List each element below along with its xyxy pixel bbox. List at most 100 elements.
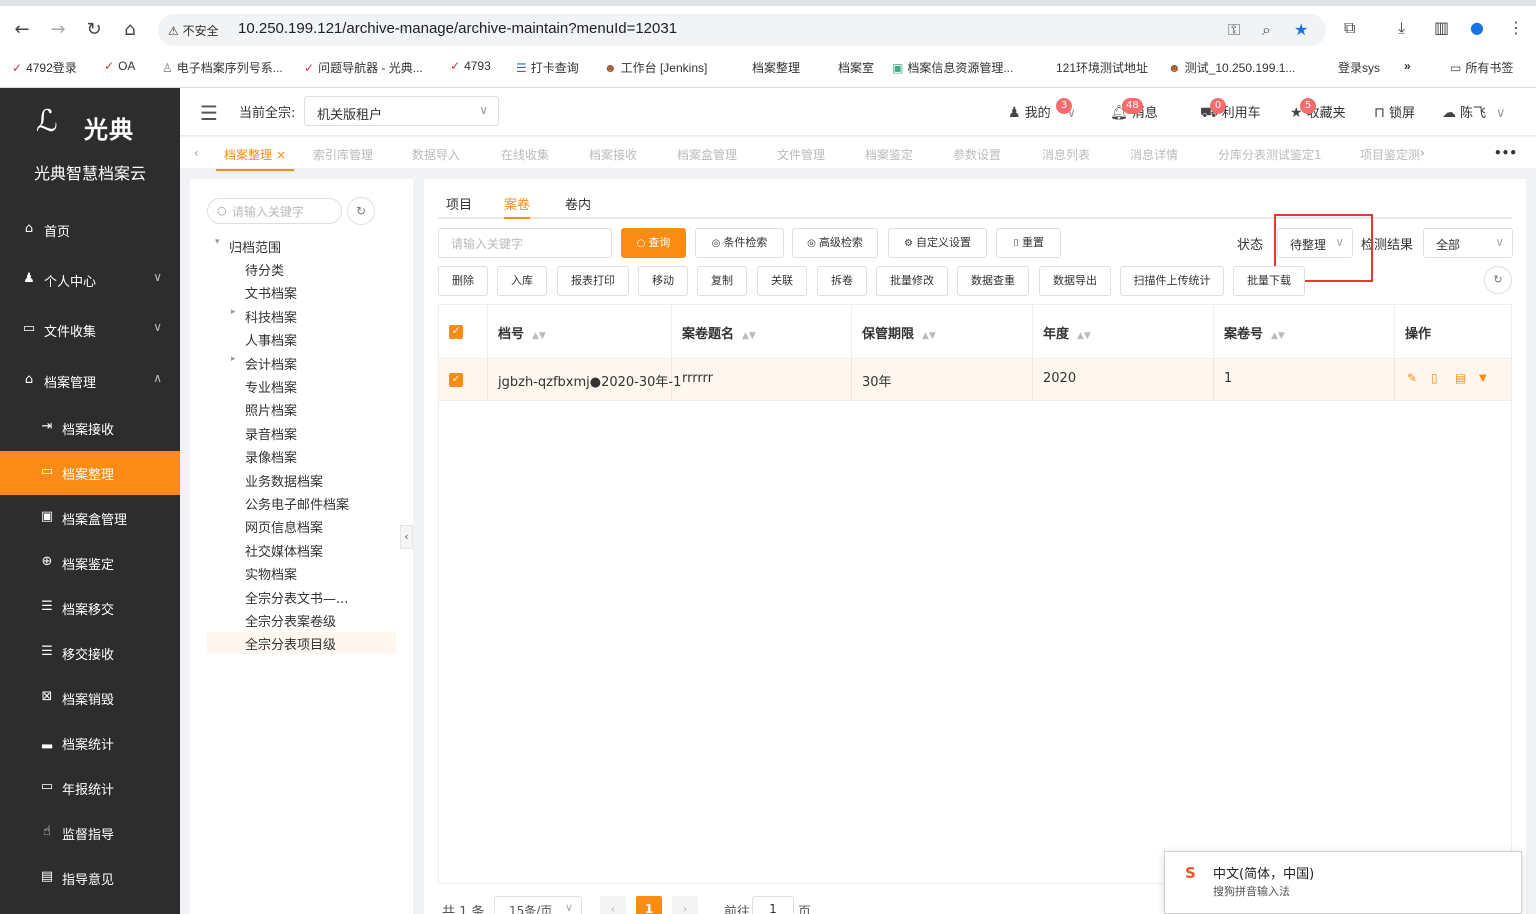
profile-icon[interactable]: ● — [1470, 18, 1484, 37]
caret-right-icon[interactable]: ▸ — [231, 307, 236, 317]
tree-node[interactable]: 业务数据档案 — [245, 471, 323, 490]
all-bookmarks[interactable]: ▭ 所有书签 — [1450, 59, 1513, 76]
tree-node[interactable]: 待分类 — [245, 260, 284, 279]
sort-icon[interactable]: ▲▼ — [1077, 331, 1091, 341]
home-browser-icon[interactable]: ⌂ — [118, 18, 142, 42]
bookmark-item[interactable]: 档案室 — [838, 59, 874, 76]
toolbar-button[interactable]: 拆卷 — [817, 266, 867, 296]
sidebar-item-10[interactable]: ⊠ 档案销毁 — [0, 676, 180, 720]
sidebar-item-8[interactable]: ☰ 档案移交 — [0, 586, 180, 630]
table-row[interactable]: ✓ jgbzh-qzfbxmj●2020-30年-1 rrrrrr 30年 20… — [439, 359, 1511, 401]
header-select-all[interactable]: ✓ — [439, 305, 488, 359]
sidebar-item-9[interactable]: ☰ 移交接收 — [0, 631, 180, 675]
document-icon[interactable]: ▤ — [1455, 371, 1466, 385]
tabs-scroll-right-icon[interactable]: › — [1420, 146, 1425, 160]
messages-menu[interactable]: 🔔︎ 消息 48 — [1110, 98, 1158, 121]
sort-icon[interactable]: ▲▼ — [922, 331, 936, 341]
bookmark-item[interactable]: ✓ OA — [104, 59, 135, 73]
bookmark-item[interactable]: ☻ 测试_10.250.199.1... — [1168, 59, 1295, 76]
bookmark-item[interactable]: ☰ 打卡查询 — [516, 59, 579, 76]
close-icon[interactable]: × — [276, 148, 286, 162]
reload-icon[interactable]: ↻ — [82, 18, 106, 42]
caret-down-icon[interactable]: ▼ — [1479, 373, 1487, 384]
lock-screen[interactable]: ⊓ 锁屏 — [1374, 102, 1415, 121]
bookmark-item[interactable]: ☻ 工作台 [Jenkins] — [604, 59, 707, 76]
sort-icon[interactable]: ▲▼ — [742, 331, 756, 341]
page-tab[interactable]: 分库分表测试鉴定1 — [1218, 146, 1322, 163]
page-size-select[interactable]: 15条/页 ∨ — [494, 896, 582, 914]
back-icon[interactable]: ← — [10, 18, 34, 42]
tree-node[interactable]: 社交媒体档案 — [245, 541, 323, 560]
column-title[interactable]: 案卷题名 ▲▼ — [672, 305, 852, 359]
page-tab[interactable]: 档案整理 × — [215, 146, 295, 171]
tree-root[interactable]: ▾ 归档范围 — [215, 237, 281, 256]
sort-icon[interactable]: ▲▼ — [532, 331, 546, 341]
tree-node[interactable]: 全宗分表项目级 — [245, 634, 336, 653]
sidebar-item-14[interactable]: ▤ 指导意见 — [0, 856, 180, 900]
bookmark-item[interactable]: 121环境测试地址 — [1056, 59, 1148, 76]
toolbar-button[interactable]: 复制 — [697, 266, 747, 296]
tree-node[interactable]: 人事档案 — [245, 330, 297, 349]
mine-menu[interactable]: ♟ 我的 3 ∨ — [1008, 98, 1076, 121]
sidebar-item-11[interactable]: ▂ 档案统计 — [0, 721, 180, 765]
insecure-indicator[interactable]: ⚠ 不安全 — [168, 22, 219, 39]
subtab-in-volume[interactable]: 卷内 — [565, 194, 591, 213]
page-tab[interactable]: 索引库管理 — [313, 146, 373, 163]
sidebar-item-1[interactable]: ♟ 个人中心 ∨ — [0, 258, 180, 302]
toolbar-button[interactable]: 移动 — [638, 266, 688, 296]
tenant-select[interactable]: 机关版租户 ∨ — [304, 96, 499, 126]
bookmarks-overflow-icon[interactable]: » — [1404, 59, 1411, 73]
cart-menu[interactable]: ⛟ 利用车 0 — [1200, 98, 1261, 123]
query-button[interactable]: ○ 查询 — [621, 228, 686, 258]
toolbar-button[interactable]: 数据查重 — [957, 266, 1029, 296]
collapse-tree-button[interactable]: ‹ — [400, 525, 413, 549]
tree-node[interactable]: 录像档案 — [245, 447, 297, 466]
tree-node[interactable]: 公务电子邮件档案 — [245, 494, 349, 513]
hamburger-icon[interactable]: ☰ — [200, 101, 218, 125]
address-bar[interactable]: ⚠ 不安全 10.250.199.121/archive-manage/arch… — [158, 14, 1326, 46]
bookmark-star-icon[interactable]: ★ — [1294, 20, 1308, 39]
sidebar-item-4[interactable]: ⇥ 档案接收 — [0, 406, 180, 450]
ime-popup[interactable]: S 中文(简体，中国) 搜狗拼音输入法 — [1164, 851, 1522, 914]
bookmark-item[interactable]: 档案整理 — [752, 59, 800, 76]
caret-right-icon[interactable]: ▸ — [231, 354, 236, 364]
toolbar-button[interactable]: 扫描件上传统计 — [1120, 266, 1224, 296]
keyword-input[interactable] — [451, 235, 601, 253]
sidebar-item-2[interactable]: ▭ 文件收集 ∨ — [0, 308, 180, 352]
tabs-scroll-left-icon[interactable]: ‹ — [194, 146, 199, 160]
page-tab[interactable]: 项目鉴定测 — [1360, 146, 1420, 163]
page-tab[interactable]: 消息列表 — [1042, 146, 1090, 163]
toolbar-button[interactable]: 数据导出 — [1039, 266, 1111, 296]
checkbox-checked-icon[interactable]: ✓ — [449, 373, 463, 387]
sidepanel-icon[interactable]: ▥ — [1434, 18, 1449, 37]
toolbar-button[interactable]: 关联 — [757, 266, 807, 296]
sidebar-item-7[interactable]: ⊕ 档案鉴定 — [0, 541, 180, 585]
bookmark-item[interactable]: ✓ 4793 — [450, 59, 491, 73]
sidebar-item-5[interactable]: ▭ 档案整理 — [0, 451, 180, 495]
bookmark-item[interactable]: ✓ 4792登录 — [12, 59, 77, 76]
bookmark-item[interactable]: ✓ 问题导航器 - 光典... — [304, 59, 423, 76]
page-tab[interactable]: 档案盒管理 — [677, 146, 737, 163]
page-tab[interactable]: 在线收集 — [501, 146, 549, 163]
toolbar-button[interactable]: 批量修改 — [876, 266, 948, 296]
favorites-menu[interactable]: ★ 收藏夹 5 — [1290, 98, 1346, 121]
toolbar-button[interactable]: 报表打印 — [557, 266, 629, 296]
zoom-icon[interactable]: ⌕ — [1262, 20, 1271, 40]
page-tab[interactable]: 档案接收 — [589, 146, 637, 163]
page-number-current[interactable]: 1 — [636, 896, 662, 914]
page-tab[interactable]: 参数设置 — [953, 146, 1001, 163]
toolbar-button[interactable]: 删除 — [438, 266, 488, 296]
next-page-button[interactable]: › — [672, 896, 698, 914]
condition-search-button[interactable]: ◎ 条件检索 — [695, 228, 784, 258]
sort-icon[interactable]: ▲▼ — [1271, 331, 1285, 341]
row-select[interactable]: ✓ — [439, 359, 488, 401]
edit-icon[interactable]: ✎ — [1407, 371, 1417, 385]
tabs-more-icon[interactable]: ••• — [1494, 146, 1517, 160]
checkbox-checked-icon[interactable]: ✓ — [449, 325, 463, 339]
tree-node[interactable]: ▸ 会计档案 — [231, 354, 297, 373]
bookmark-item[interactable]: 登录sys — [1338, 59, 1380, 76]
advanced-search-button[interactable]: ◎ 高级检索 — [792, 228, 878, 258]
sidebar-item-3[interactable]: ⌂ 档案管理 ∧ — [0, 359, 180, 403]
key-icon[interactable]: ⚿ — [1228, 20, 1240, 40]
prev-page-button[interactable]: ‹ — [600, 896, 626, 914]
